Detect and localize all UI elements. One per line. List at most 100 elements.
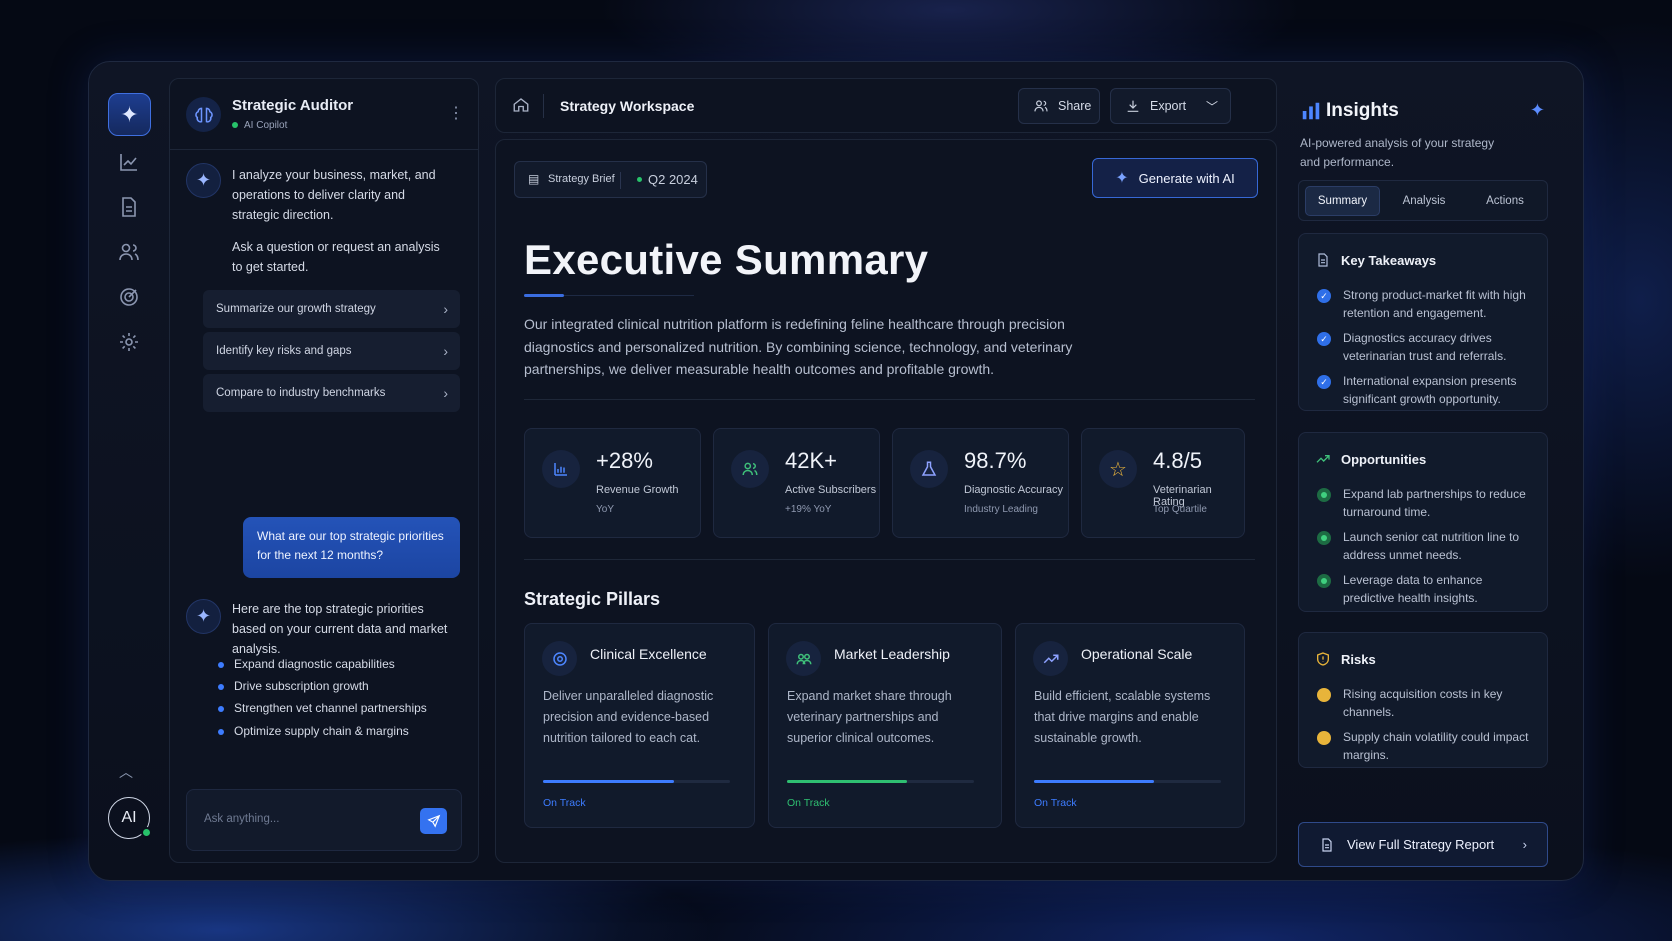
stat-label: Diagnostic Accuracy bbox=[964, 484, 1064, 496]
chevron-right-icon: › bbox=[1522, 837, 1527, 852]
chat-header: Strategic Auditor AI Copilot ⋮ bbox=[170, 79, 478, 150]
dot-icon bbox=[1317, 488, 1331, 502]
generate-with-ai-button[interactable]: ✦ Generate with AI bbox=[1092, 158, 1258, 198]
list-item: ✓ Strong product-market fit with high ret… bbox=[1317, 286, 1533, 322]
chevron-right-icon: › bbox=[443, 385, 448, 401]
list-item: ✓ Diagnostics accuracy drives veterinaria… bbox=[1317, 329, 1533, 365]
dot-icon bbox=[1317, 531, 1331, 545]
home-icon[interactable] bbox=[512, 96, 530, 119]
progress-track bbox=[787, 780, 974, 783]
dot-icon bbox=[1317, 574, 1331, 588]
chevron-down-icon: ﹀ bbox=[1205, 100, 1218, 114]
brief-pill[interactable]: ▤ Strategy Brief Q2 2024 bbox=[514, 161, 707, 198]
document-icon[interactable] bbox=[117, 195, 141, 219]
users-icon bbox=[1034, 100, 1048, 112]
pillar-status: On Track bbox=[1034, 797, 1077, 809]
share-button[interactable]: Share bbox=[1018, 88, 1100, 124]
main-content: ▤ Strategy Brief Q2 2024 ✦ Generate with … bbox=[495, 139, 1277, 863]
divider bbox=[524, 399, 1255, 400]
list-item: Drive subscription growth bbox=[218, 679, 369, 693]
list-item: Expand diagnostic capabilities bbox=[218, 657, 395, 671]
opportunities-card: Opportunities Expand lab partnerships to… bbox=[1298, 432, 1548, 612]
suggestion-button[interactable]: Identify key risks and gaps › bbox=[203, 332, 460, 370]
chevron-up-icon[interactable]: ︿ bbox=[119, 762, 133, 782]
tab-analysis[interactable]: Analysis bbox=[1385, 186, 1463, 216]
pillar-description: Build efficient, scalable systems that d… bbox=[1034, 689, 1211, 745]
pillar-status: On Track bbox=[543, 797, 586, 809]
pillar-title: Operational Scale bbox=[1081, 646, 1193, 662]
insights-panel: Insights ✦ AI-powered analysis of your s… bbox=[1292, 78, 1569, 867]
download-icon bbox=[1127, 100, 1139, 112]
check-circle-icon: ✓ bbox=[1317, 375, 1331, 389]
settings-gear-icon[interactable] bbox=[117, 330, 141, 354]
report-label: View Full Strategy Report bbox=[1347, 837, 1495, 852]
more-vertical-icon[interactable]: ⋮ bbox=[448, 103, 464, 123]
app-window: ✦ ︿ AI Strategic Auditor AI Copilot ⋮ ✦ … bbox=[88, 61, 1584, 881]
stat-card: +28% Revenue Growth YoY bbox=[524, 428, 701, 538]
trend-up-icon bbox=[1316, 455, 1330, 463]
sparkle-icon: ✦ bbox=[1529, 100, 1545, 120]
card-title: Opportunities bbox=[1341, 451, 1427, 467]
risk-text: Rising acquisition costs in key channels… bbox=[1343, 687, 1503, 719]
users-icon[interactable] bbox=[117, 240, 141, 264]
list-item: Leverage data to enhance predictive heal… bbox=[1317, 571, 1533, 607]
pillar-card[interactable]: Operational Scale Build efficient, scala… bbox=[1015, 623, 1245, 828]
stat-card: 42K+ Active Subscribers +19% YoY bbox=[713, 428, 880, 538]
takeaway-text: Diagnostics accuracy drives veterinarian… bbox=[1343, 331, 1507, 363]
suggestion-button[interactable]: Summarize our growth strategy › bbox=[203, 290, 460, 328]
section-heading: Strategic Pillars bbox=[524, 589, 661, 609]
tab-actions[interactable]: Actions bbox=[1467, 186, 1543, 216]
chat-input[interactable]: Ask anything... bbox=[186, 789, 462, 851]
divider bbox=[543, 94, 544, 118]
insights-subtitle: AI-powered analysis of your strategy and… bbox=[1300, 136, 1495, 169]
pillar-description: Deliver unparalleled diagnostic precisio… bbox=[543, 689, 714, 745]
sparkle-icon[interactable]: ✦ bbox=[108, 93, 151, 136]
risks-card: Risks Rising acquisition costs in key ch… bbox=[1298, 632, 1548, 768]
brain-icon bbox=[186, 97, 221, 132]
target-icon[interactable] bbox=[117, 285, 141, 309]
page-heading: Executive Summary bbox=[524, 236, 929, 283]
chevron-right-icon: › bbox=[443, 343, 448, 359]
page-title: Strategy Workspace bbox=[560, 98, 695, 114]
pillar-card[interactable]: Market Leadership Expand market share th… bbox=[768, 623, 1002, 828]
quarter-text: Q2 2024 bbox=[648, 172, 698, 187]
intro-message: I analyze your business, market, and ope… bbox=[232, 168, 436, 222]
warning-dot-icon bbox=[1317, 688, 1331, 702]
insights-title: Insights bbox=[1326, 100, 1399, 121]
bar-chart-icon bbox=[1300, 100, 1322, 127]
chat-title: Strategic Auditor bbox=[232, 97, 354, 114]
suggestion-button[interactable]: Compare to industry benchmarks › bbox=[203, 374, 460, 412]
stat-card: ☆ 4.8/5 Veterinarian Rating Top Quartile bbox=[1081, 428, 1245, 538]
chat-subtitle: AI Copilot bbox=[232, 120, 287, 131]
stat-sub: Top Quartile bbox=[1153, 504, 1207, 515]
pillar-description: Expand market share through veterinary p… bbox=[787, 689, 952, 745]
stat-sub: Industry Leading bbox=[964, 504, 1038, 515]
send-icon[interactable] bbox=[420, 808, 447, 834]
nav-rail: ✦ ︿ AI bbox=[89, 62, 169, 880]
pillar-card[interactable]: Clinical Excellence Deliver unparalleled… bbox=[524, 623, 755, 828]
chart-line-icon[interactable] bbox=[117, 150, 141, 174]
stat-value: 4.8/5 bbox=[1153, 448, 1202, 473]
divider bbox=[524, 559, 1255, 560]
quarter-label: Q2 2024 bbox=[637, 172, 698, 187]
stat-card: 98.7% Diagnostic Accuracy Industry Leadi… bbox=[892, 428, 1069, 538]
tab-summary[interactable]: Summary bbox=[1305, 186, 1380, 216]
list-item: Expand lab partnerships to reduce turnar… bbox=[1317, 485, 1533, 521]
view-full-report-button[interactable]: View Full Strategy Report › bbox=[1298, 822, 1548, 867]
chat-panel: Strategic Auditor AI Copilot ⋮ ✦ I analy… bbox=[169, 78, 479, 863]
takeaway-text: International expansion presents signifi… bbox=[1343, 374, 1517, 406]
pillar-status: On Track bbox=[787, 797, 830, 809]
stat-label: Revenue Growth bbox=[596, 484, 679, 496]
list-item: Rising acquisition costs in key channels… bbox=[1317, 685, 1533, 721]
stat-value: +28% bbox=[596, 448, 653, 473]
progress-track bbox=[543, 780, 730, 783]
export-label: Export bbox=[1150, 99, 1187, 113]
check-circle-icon: ✓ bbox=[1317, 332, 1331, 346]
pillar-title: Clinical Excellence bbox=[590, 646, 707, 662]
users-icon bbox=[731, 450, 769, 488]
user-message: What are our top strategic priorities fo… bbox=[243, 517, 460, 578]
ai-reply: Here are the top strategic priorities ba… bbox=[232, 602, 448, 656]
list-item: Launch senior cat nutrition line to addr… bbox=[1317, 528, 1533, 564]
export-button[interactable]: Export ﹀ bbox=[1110, 88, 1231, 124]
opportunity-text: Expand lab partnerships to reduce turnar… bbox=[1343, 487, 1526, 519]
